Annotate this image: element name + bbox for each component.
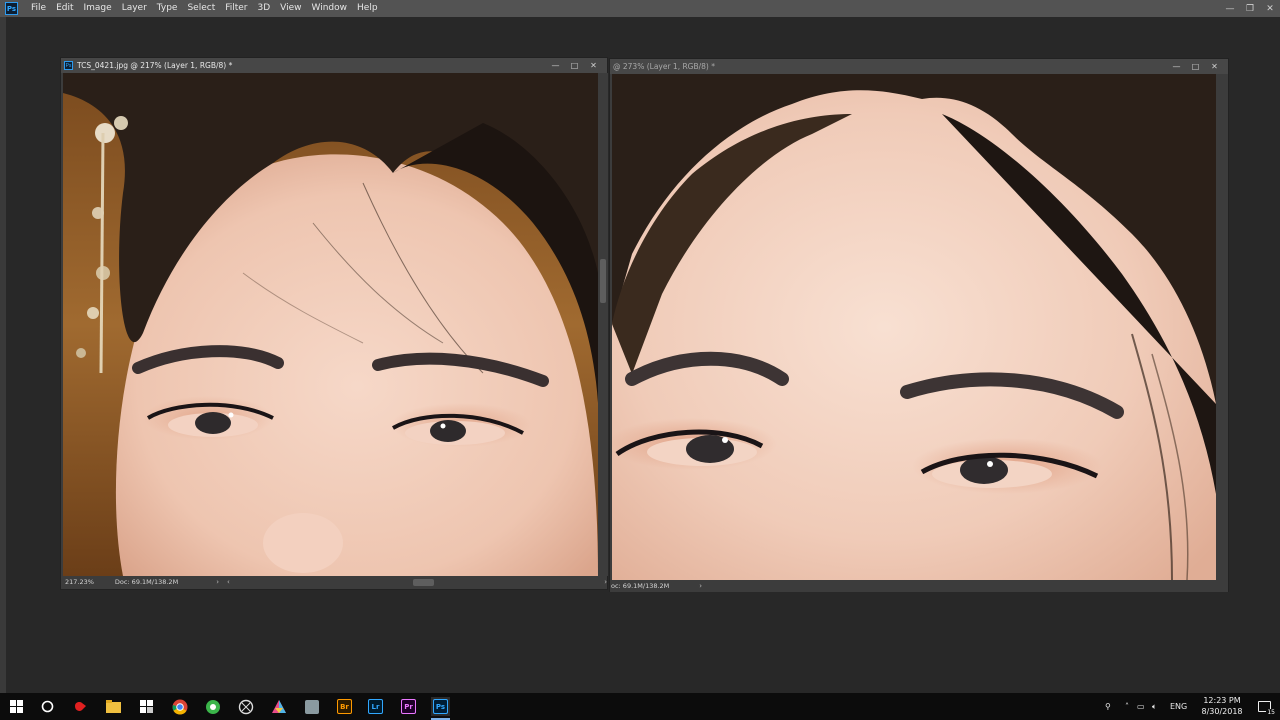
- green-app-icon[interactable]: [203, 697, 222, 716]
- menu-help[interactable]: Help: [352, 0, 383, 17]
- document-2-size: oc: 69.1M/138.2M: [611, 582, 670, 590]
- scroll-left-arrow-icon[interactable]: ‹: [227, 578, 230, 586]
- system-clock[interactable]: 12:23 PM 8/30/2018: [1194, 695, 1250, 717]
- document-1-vertical-scrollbar[interactable]: [598, 73, 608, 576]
- lightroom-icon[interactable]: Lr: [366, 697, 385, 716]
- menu-layer[interactable]: Layer: [117, 0, 152, 17]
- document-2-restore-button[interactable]: □: [1186, 59, 1205, 74]
- document-2-titlebar[interactable]: @ 273% (Layer 1, RGB/8) * — □ ✕: [610, 59, 1228, 74]
- app-grid-icon[interactable]: [137, 697, 156, 716]
- volume-icon[interactable]: 🔈︎: [1152, 693, 1157, 720]
- document-1-minimize-button[interactable]: —: [546, 58, 565, 73]
- cortana-search-icon[interactable]: [38, 697, 57, 716]
- menu-bar: Ps File Edit Image Layer Type Select Fil…: [0, 0, 1280, 17]
- people-icon[interactable]: ⚲: [1105, 693, 1111, 720]
- document-2-title: @ 273% (Layer 1, RGB/8) *: [613, 62, 715, 71]
- menu-select[interactable]: Select: [182, 0, 220, 17]
- document-2-canvas[interactable]: [612, 74, 1216, 580]
- menu-image[interactable]: Image: [79, 0, 117, 17]
- clock-time: 12:23 PM: [1203, 696, 1241, 705]
- clock-date: 8/30/2018: [1201, 707, 1243, 716]
- photoshop-app: Ps File Edit Image Layer Type Select Fil…: [0, 0, 1280, 720]
- status-menu-arrow-icon[interactable]: ›: [216, 578, 219, 586]
- app-window-controls: — ❐ ✕: [1220, 0, 1280, 17]
- document-1-title: TCS_0421.jpg @ 217% (Layer 1, RGB/8) *: [77, 61, 233, 70]
- tray-chevron-icon[interactable]: ˄: [1125, 693, 1129, 720]
- document-2-controls: — □ ✕: [1167, 59, 1224, 74]
- network-icon[interactable]: ▭: [1137, 693, 1145, 720]
- photoshop-logo-icon[interactable]: Ps: [5, 2, 18, 15]
- document-2-minimize-button[interactable]: —: [1167, 59, 1186, 74]
- document-2-status-menu-arrow-icon[interactable]: ›: [699, 582, 702, 590]
- document-1-scroll-thumb[interactable]: [600, 259, 606, 303]
- menu-type[interactable]: Type: [152, 0, 183, 17]
- menu-edit[interactable]: Edit: [51, 0, 78, 17]
- document-1-statusbar: 217.23% Doc: 69.1M/138.2M › ‹ ›: [61, 576, 607, 588]
- menu-3d[interactable]: 3D: [253, 0, 276, 17]
- document-window-2: @ 273% (Layer 1, RGB/8) * — □ ✕ oc: 69.1…: [609, 58, 1229, 592]
- windows-start-icon[interactable]: [7, 697, 26, 716]
- document-2-statusbar: oc: 69.1M/138.2M ›: [610, 580, 1228, 592]
- file-explorer-icon[interactable]: [104, 697, 123, 716]
- document-1-canvas[interactable]: [63, 73, 598, 576]
- chrome-icon[interactable]: [170, 697, 189, 716]
- menu-file[interactable]: File: [26, 0, 51, 17]
- language-indicator[interactable]: ENG: [1170, 693, 1187, 720]
- notification-count: 15: [1266, 709, 1276, 716]
- portrait-photo-2: [612, 74, 1216, 580]
- premiere-icon[interactable]: Pr: [399, 697, 418, 716]
- gray-app-icon[interactable]: [302, 697, 321, 716]
- tools-panel-edge: [0, 17, 6, 693]
- document-1-restore-button[interactable]: □: [565, 58, 584, 73]
- document-2-close-button[interactable]: ✕: [1205, 59, 1224, 74]
- document-window-1: Ps TCS_0421.jpg @ 217% (Layer 1, RGB/8) …: [60, 57, 608, 590]
- menu-view[interactable]: View: [275, 0, 306, 17]
- photoshop-taskbar-icon[interactable]: Ps: [431, 697, 450, 720]
- ps-document-icon: Ps: [64, 61, 73, 70]
- document-1-controls: — □ ✕: [546, 58, 603, 73]
- app-minimize-button[interactable]: —: [1220, 0, 1240, 17]
- document-1-horizontal-scroll-thumb[interactable]: [412, 578, 435, 586]
- document-size: Doc: 69.1M/138.2M: [114, 578, 179, 586]
- menu-filter[interactable]: Filter: [220, 0, 252, 17]
- bridge-icon[interactable]: Br: [335, 697, 354, 716]
- media-app-icon[interactable]: [71, 697, 90, 716]
- system-tray: ⚲ ˄ ▭ 🔈︎ ENG 12:23 PM 8/30/2018 15: [1100, 693, 1280, 720]
- app-restore-button[interactable]: ❐: [1240, 0, 1260, 17]
- document-1-close-button[interactable]: ✕: [584, 58, 603, 73]
- notifications-icon[interactable]: 15: [1258, 693, 1276, 720]
- document-1-titlebar[interactable]: Ps TCS_0421.jpg @ 217% (Layer 1, RGB/8) …: [61, 58, 607, 73]
- prism-app-icon[interactable]: [269, 697, 288, 716]
- scroll-right-arrow-icon[interactable]: ›: [604, 578, 607, 586]
- aperture-app-icon[interactable]: [236, 697, 255, 716]
- portrait-photo-1: [63, 73, 598, 576]
- menu-window[interactable]: Window: [307, 0, 353, 17]
- zoom-level[interactable]: 217.23%: [65, 578, 115, 586]
- windows-taskbar: Br Lr Pr Ps ⚲ ˄ ▭ 🔈︎ ENG 12:23 PM 8/30/2…: [0, 693, 1280, 720]
- app-close-button[interactable]: ✕: [1260, 0, 1280, 17]
